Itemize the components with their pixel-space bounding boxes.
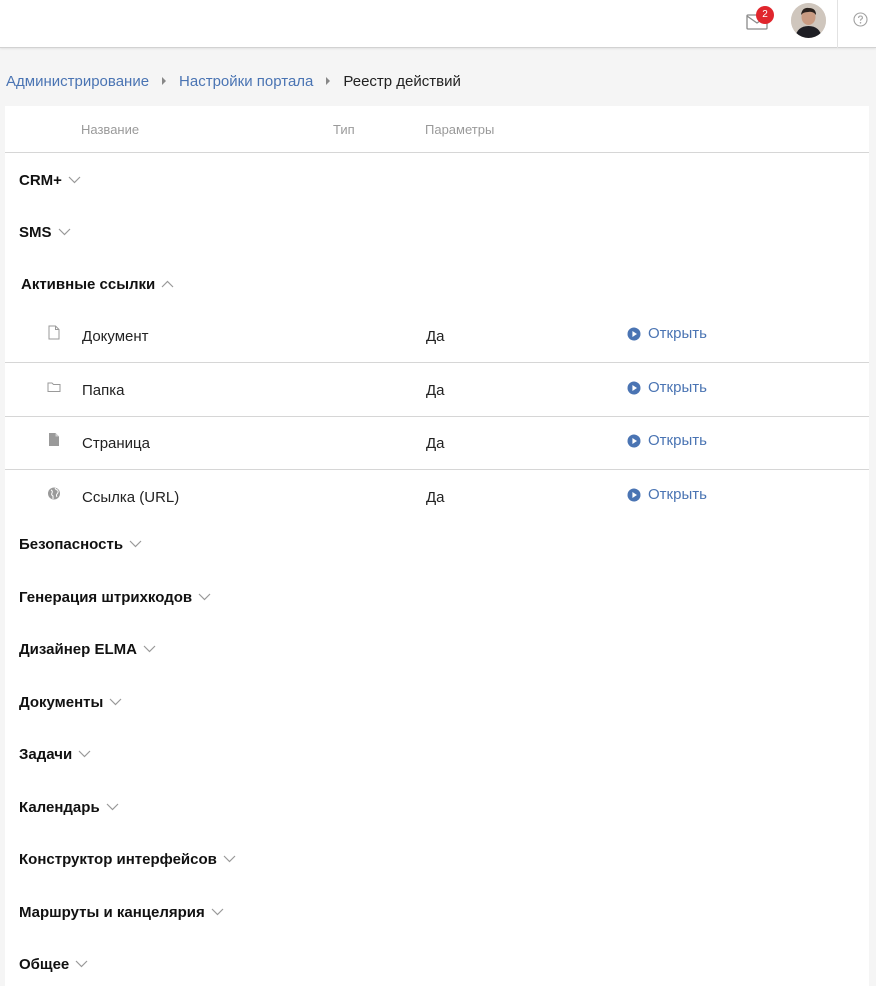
- open-link-label: Открыть: [648, 432, 707, 449]
- breadcrumb-separator-icon: [162, 77, 167, 85]
- group-documents[interactable]: Документы: [19, 691, 122, 713]
- group-label: Документы: [19, 693, 104, 711]
- open-link-label: Открыть: [648, 486, 707, 503]
- group-elma-designer[interactable]: Дизайнер ELMA: [19, 638, 156, 660]
- actions-registry-panel: Название Тип Параметры CRM+ SMS Активные…: [5, 106, 869, 986]
- group-barcodes[interactable]: Генерация штрихкодов: [19, 586, 211, 608]
- chevron-down-icon: [109, 698, 122, 706]
- group-crm[interactable]: CRM+: [19, 169, 81, 191]
- open-link[interactable]: Открыть: [627, 325, 707, 342]
- table-header: Название Тип Параметры: [5, 106, 869, 153]
- group-label: Общее: [19, 955, 70, 973]
- group-label: Конструктор интерфейсов: [19, 850, 217, 868]
- top-bar: 2: [0, 0, 876, 48]
- column-header-name[interactable]: Название: [81, 122, 139, 137]
- chevron-down-icon: [223, 855, 236, 863]
- globe-icon: [48, 487, 60, 500]
- table-row[interactable]: Документ Да Открыть: [5, 310, 869, 363]
- group-label: CRM+: [19, 171, 62, 189]
- row-name: Документ: [82, 328, 149, 345]
- chevron-down-icon: [58, 228, 70, 236]
- chevron-down-icon: [75, 960, 88, 968]
- play-icon: [627, 488, 641, 501]
- help-icon[interactable]: [853, 12, 868, 27]
- notification-badge[interactable]: 2: [756, 6, 774, 24]
- group-label: SMS: [19, 223, 52, 241]
- row-name: Страница: [82, 435, 150, 452]
- row-name: Ссылка (URL): [82, 489, 180, 506]
- page-icon: [49, 433, 59, 446]
- breadcrumb-portal-settings[interactable]: Настройки портала: [179, 73, 313, 90]
- open-link[interactable]: Открыть: [627, 432, 707, 449]
- group-general[interactable]: Общее: [19, 953, 88, 975]
- chevron-down-icon: [129, 540, 142, 548]
- table-row[interactable]: Страница Да Открыть: [5, 417, 869, 470]
- row-type: Да: [426, 382, 445, 399]
- group-label: Генерация штрихкодов: [19, 588, 193, 606]
- group-label: Задачи: [19, 745, 73, 763]
- chevron-down-icon: [68, 176, 81, 184]
- group-tasks[interactable]: Задачи: [19, 743, 91, 765]
- chevron-up-icon: [161, 280, 174, 288]
- group-label: Маршруты и канцелярия: [19, 903, 205, 921]
- chevron-down-icon: [198, 593, 211, 601]
- column-header-params[interactable]: Параметры: [425, 122, 494, 137]
- chevron-down-icon: [143, 645, 156, 653]
- play-icon: [627, 327, 641, 340]
- open-link-label: Открыть: [648, 379, 707, 396]
- header-divider: [837, 0, 838, 48]
- breadcrumb-separator-icon: [326, 77, 331, 85]
- row-type: Да: [426, 489, 445, 506]
- group-sms[interactable]: SMS: [19, 221, 71, 243]
- row-type: Да: [426, 328, 445, 345]
- group-label: Безопасность: [19, 535, 124, 553]
- row-type: Да: [426, 435, 445, 452]
- group-interface-builder[interactable]: Конструктор интерфейсов: [19, 848, 236, 870]
- chevron-down-icon: [78, 750, 91, 758]
- play-icon: [627, 434, 641, 447]
- column-header-type[interactable]: Тип: [333, 122, 355, 137]
- open-link[interactable]: Открыть: [627, 486, 707, 503]
- chevron-down-icon: [211, 908, 224, 916]
- document-icon: [48, 325, 60, 340]
- group-active-links[interactable]: Активные ссылки: [21, 273, 174, 295]
- group-label: Календарь: [19, 798, 100, 816]
- group-routes-office[interactable]: Маршруты и канцелярия: [19, 901, 224, 923]
- group-label: Активные ссылки: [21, 275, 156, 293]
- group-calendar[interactable]: Календарь: [19, 796, 119, 818]
- group-security[interactable]: Безопасность: [19, 533, 142, 555]
- folder-icon: [47, 382, 61, 392]
- open-link[interactable]: Открыть: [627, 379, 707, 396]
- breadcrumb: Администрирование Настройки портала Реес…: [6, 70, 461, 92]
- play-icon: [627, 381, 641, 394]
- open-link-label: Открыть: [648, 325, 707, 342]
- breadcrumb-administration[interactable]: Администрирование: [6, 73, 149, 90]
- table-row[interactable]: Папка Да Открыть: [5, 364, 869, 417]
- breadcrumb-current: Реестр действий: [343, 72, 461, 90]
- row-name: Папка: [82, 382, 125, 399]
- avatar[interactable]: [791, 3, 826, 38]
- chevron-down-icon: [106, 803, 119, 811]
- group-label: Дизайнер ELMA: [19, 640, 137, 658]
- table-row[interactable]: Ссылка (URL) Да Открыть: [5, 471, 869, 524]
